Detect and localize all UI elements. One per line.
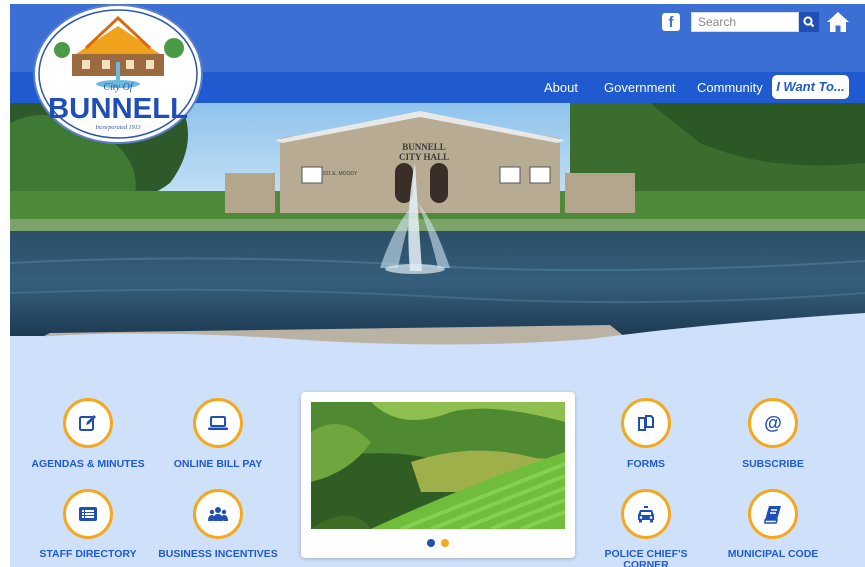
users-icon [208, 507, 228, 521]
online-bill-pay-label[interactable]: ONLINE BILL PAY [153, 459, 283, 470]
laptop-icon [208, 416, 228, 430]
slider-dot-2[interactable] [441, 539, 449, 547]
municipal-code-label[interactable]: MUNICIPAL CODE [708, 549, 838, 560]
police-chiefs-corner-label[interactable]: POLICE CHIEF'S CORNER [581, 549, 711, 567]
forms-label[interactable]: FORMS [581, 459, 711, 470]
sign-line-1: BUNNELL [402, 142, 446, 152]
svg-text:@: @ [764, 413, 782, 433]
municipal-code-button[interactable] [748, 489, 798, 539]
i-want-to-button[interactable]: I Want To... [772, 75, 849, 99]
agendas-minutes-button[interactable] [63, 398, 113, 448]
logo-text: BUNNELL [48, 93, 188, 125]
city-logo[interactable]: City Of BUNNELL Incorporated 1913 [32, 4, 204, 146]
slider-dot-1[interactable] [427, 539, 435, 547]
logo-script: City Of [103, 82, 133, 93]
subscribe-button[interactable]: @ [748, 398, 798, 448]
edit-icon [79, 415, 96, 431]
facebook-icon[interactable]: f [662, 13, 680, 31]
nav-about[interactable]: About [544, 78, 578, 98]
business-incentives-button[interactable] [193, 489, 243, 539]
at-icon: @ [764, 413, 782, 433]
staff-directory-button[interactable] [63, 489, 113, 539]
book-icon [764, 506, 781, 524]
search-button[interactable] [799, 12, 819, 32]
logo-subtitle: Incorporated 1913 [94, 125, 140, 131]
documents-icon [638, 415, 654, 431]
image-slider[interactable] [301, 392, 575, 558]
list-icon [79, 507, 97, 521]
agendas-minutes-label[interactable]: AGENDAS & MINUTES [23, 459, 153, 470]
business-incentives-label[interactable]: BUSINESS INCENTIVES [153, 549, 283, 560]
online-bill-pay-button[interactable] [193, 398, 243, 448]
search-icon [803, 16, 815, 28]
nav-community[interactable]: Community [697, 78, 763, 98]
home-icon[interactable] [826, 11, 850, 33]
slide-photo[interactable] [311, 402, 565, 529]
police-chiefs-corner-button[interactable] [621, 489, 671, 539]
subscribe-label[interactable]: SUBSCRIBE [708, 459, 838, 470]
staff-directory-label[interactable]: STAFF DIRECTORY [23, 549, 153, 560]
car-icon [638, 506, 654, 523]
page-frame: f About Government Community I Want To..… [10, 4, 865, 567]
sign-line-2: CITY HALL [399, 152, 449, 162]
nav-government[interactable]: Government [604, 78, 676, 98]
address-sign: 201 E. MOODY [323, 171, 358, 177]
forms-button[interactable] [621, 398, 671, 448]
search-input[interactable] [691, 12, 799, 32]
